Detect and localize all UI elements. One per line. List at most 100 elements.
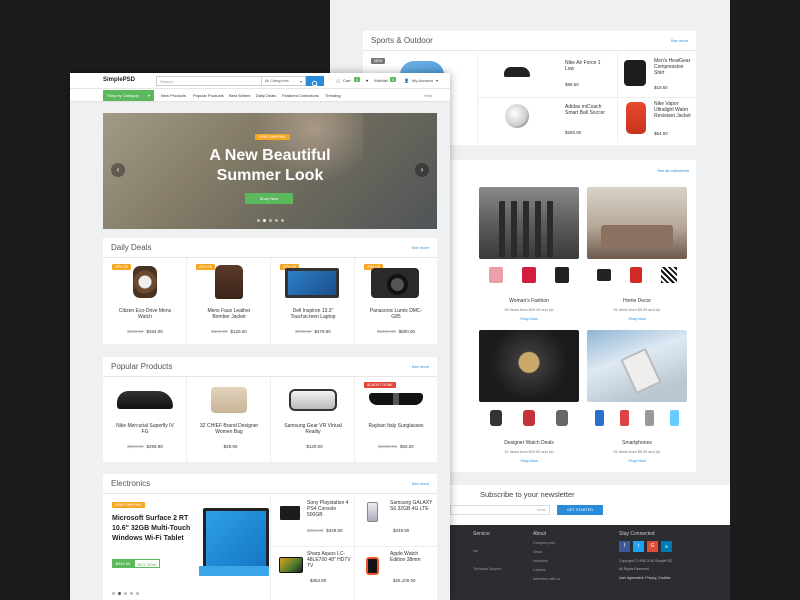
collection-shop-link[interactable]: Shop Now (479, 459, 579, 463)
cart-label[interactable]: Cart (343, 78, 351, 83)
product-card[interactable]: 20% Off Dell Inspiron 13.3" Touchscreen … (271, 258, 355, 345)
carousel-dot[interactable] (275, 219, 278, 222)
collection-name: Home Decor (622, 298, 652, 304)
footer-col2-item[interactable]: Careers (533, 568, 546, 572)
sports-item-name: Nike Vapor Ultralight Water Resistant Ja… (654, 101, 691, 119)
shop-by-category-button[interactable]: Shop by Category ▾ (103, 90, 154, 101)
sports-see-more[interactable]: See more (671, 38, 688, 43)
category-select[interactable]: All Categories ▾ (262, 76, 306, 86)
cart-icon[interactable]: 🛒 (336, 78, 341, 83)
footer-col2-item[interactable]: Advertise with us (533, 577, 560, 581)
footer-col2-item[interactable]: Investors (533, 559, 548, 563)
electronics-item[interactable]: Apple Watch Edition 38mm $25,100.00 (355, 547, 437, 600)
twitter-icon[interactable]: t (633, 541, 644, 552)
heart-icon[interactable]: ♥ (366, 78, 368, 83)
carousel-dot[interactable] (112, 592, 115, 595)
collection-shop-link[interactable]: Shop Now (587, 459, 687, 463)
collection-tile[interactable]: Woman's Fashion 28 Items from $29.49 and… (479, 187, 579, 327)
nav-best-sellers[interactable]: Best Sellers (229, 93, 250, 98)
buy-now-button[interactable]: BUY NOW (134, 559, 160, 568)
watch-deals-image (479, 330, 579, 402)
nav-popular-products[interactable]: Popular Products (193, 93, 224, 98)
product-price: $328.90 $264.00 (103, 329, 187, 334)
product-card[interactable]: 20% Off Citizen Eco-Drive Mens Watch $32… (103, 258, 187, 345)
legal-links[interactable]: User Agreement, Privacy, Cookies (619, 576, 670, 580)
product-card[interactable]: 20% Off Panasonic Lumix DMC-G85 $1000.00… (355, 258, 437, 345)
sports-item[interactable]: Nike Vapor Ultralight Water Resistant Ja… (618, 98, 696, 143)
electronics-item[interactable]: Samsung GALAXY S6 32GB 4G LTE $249.90 (355, 494, 437, 547)
electronics-item[interactable]: Sharp Aquos LC-48LE700 48" HDTV TV $363.… (271, 547, 355, 600)
nav-featured-collections[interactable]: Featured Collections (282, 93, 319, 98)
newsletter-email-input[interactable]: email (450, 505, 550, 515)
electronics-see-more[interactable]: See more (412, 481, 429, 486)
chevron-right-icon[interactable]: › (415, 163, 429, 177)
nav-daily-deals[interactable]: Daily Deals (256, 93, 276, 98)
search-button[interactable] (306, 76, 324, 87)
collection-shop-link[interactable]: Shop Now (587, 317, 687, 321)
nav-help[interactable]: Help (424, 93, 432, 98)
carousel-dot[interactable] (269, 219, 272, 222)
popular-products-see-more[interactable]: See more (412, 364, 429, 369)
sports-item[interactable]: Men's HeatGear Compression Shirt $19.50 (618, 53, 696, 98)
facebook-icon[interactable]: f (619, 541, 630, 552)
electronics-feature[interactable]: FREE SHIPPING Microsoft Surface 2 RT 10.… (103, 494, 271, 600)
product-new-price: $50.00 (400, 444, 414, 449)
site-logo[interactable]: SimplePSD (103, 77, 135, 83)
product-new-price: $264.00 (146, 329, 163, 334)
nav-trending[interactable]: Trending (325, 93, 341, 98)
product-card[interactable]: 3Z CHIEF Brand Designer Women Bag $49.90 (187, 377, 271, 462)
backdrop-right (730, 0, 800, 600)
carousel-dots (257, 219, 284, 222)
sports-header: Sports & Outdoor See more (363, 31, 696, 51)
carousel-dot[interactable] (136, 592, 139, 595)
google-plus-icon[interactable]: G (647, 541, 658, 552)
carousel-dot[interactable] (257, 219, 260, 222)
newsletter-button[interactable]: GET STARTED (557, 505, 603, 515)
carousel-dot[interactable] (124, 592, 127, 595)
footer-col1-item[interactable]: ms (473, 549, 478, 553)
see-all-collections[interactable]: See all collections (657, 168, 689, 173)
product-price: $399.00 $349.90 (307, 528, 343, 533)
newsletter-title: Subscribe to your newsletter (480, 490, 575, 499)
footer-col1-item[interactable]: Technical Support (473, 567, 502, 571)
home-decor-image (587, 187, 687, 259)
apple-watch-image (366, 557, 379, 575)
hero-shop-now-button[interactable]: Shop Now (245, 193, 293, 204)
footer-col2-item[interactable]: Company info (533, 541, 555, 545)
collection-tile[interactable]: Home Decor 52 Items from $6.99 and Up Sh… (587, 187, 687, 327)
electronics-item[interactable]: Sony Playstation 4 PS4 Console 500GB $39… (271, 494, 355, 547)
product-card[interactable]: 20% Off Mens Faux Leather Bomber Jacket … (187, 258, 271, 345)
cart-count: 0 (354, 77, 360, 82)
product-new-price: $478.90 (314, 329, 331, 334)
chevron-down-icon: ▾ (300, 80, 302, 84)
carousel-dot[interactable] (281, 219, 284, 222)
sports-item[interactable]: Adidas miCoach Smart Ball Soccer $260.90 (478, 98, 618, 143)
sports-item[interactable]: Nike Air Force 1 Low $99.50 (478, 53, 618, 98)
product-card[interactable]: Samsung Gear VR Virtual Reality $120.00 (271, 377, 355, 462)
new-badge: NEW (371, 58, 386, 64)
watch-thumbs (479, 404, 579, 432)
feature-carousel-dots (112, 592, 139, 595)
product-card[interactable]: ALMOST GONE Rayban Italy Sunglasses $100… (355, 377, 437, 462)
chevron-left-icon[interactable]: ‹ (111, 163, 125, 177)
user-icon[interactable]: 👤 (404, 78, 409, 83)
search-input[interactable]: Search... (156, 76, 262, 86)
electronics-card: Electronics See more FREE SHIPPING Micro… (103, 474, 437, 600)
my-account-link[interactable]: My Account (412, 78, 433, 83)
collection-shop-link[interactable]: Shop Now (479, 317, 579, 321)
daily-deals-see-more[interactable]: See more (412, 245, 429, 250)
tablet-keyboard (199, 566, 269, 576)
watch-image (133, 266, 157, 298)
wishlist-label[interactable]: Wishlist (374, 78, 388, 83)
carousel-dot[interactable] (263, 219, 266, 222)
footer-col2-item[interactable]: News (533, 550, 542, 554)
nav-new-products[interactable]: New Products (161, 93, 186, 98)
collection-tile[interactable]: Designer Watch Deals 31 Items from $29.0… (479, 330, 579, 470)
collection-tile[interactable]: Smartphones 52 Items from $6.99 and Up S… (587, 330, 687, 470)
linkedin-icon[interactable]: in (661, 541, 672, 552)
carousel-dot[interactable] (130, 592, 133, 595)
carousel-dot[interactable] (118, 592, 121, 595)
product-card[interactable]: Nike Mercurial Superfly IV FG $300.00 $29… (103, 377, 187, 462)
product-new-price: $363.90 (310, 578, 327, 583)
collection-info: 28 Items from $29.49 and Up (504, 308, 554, 312)
